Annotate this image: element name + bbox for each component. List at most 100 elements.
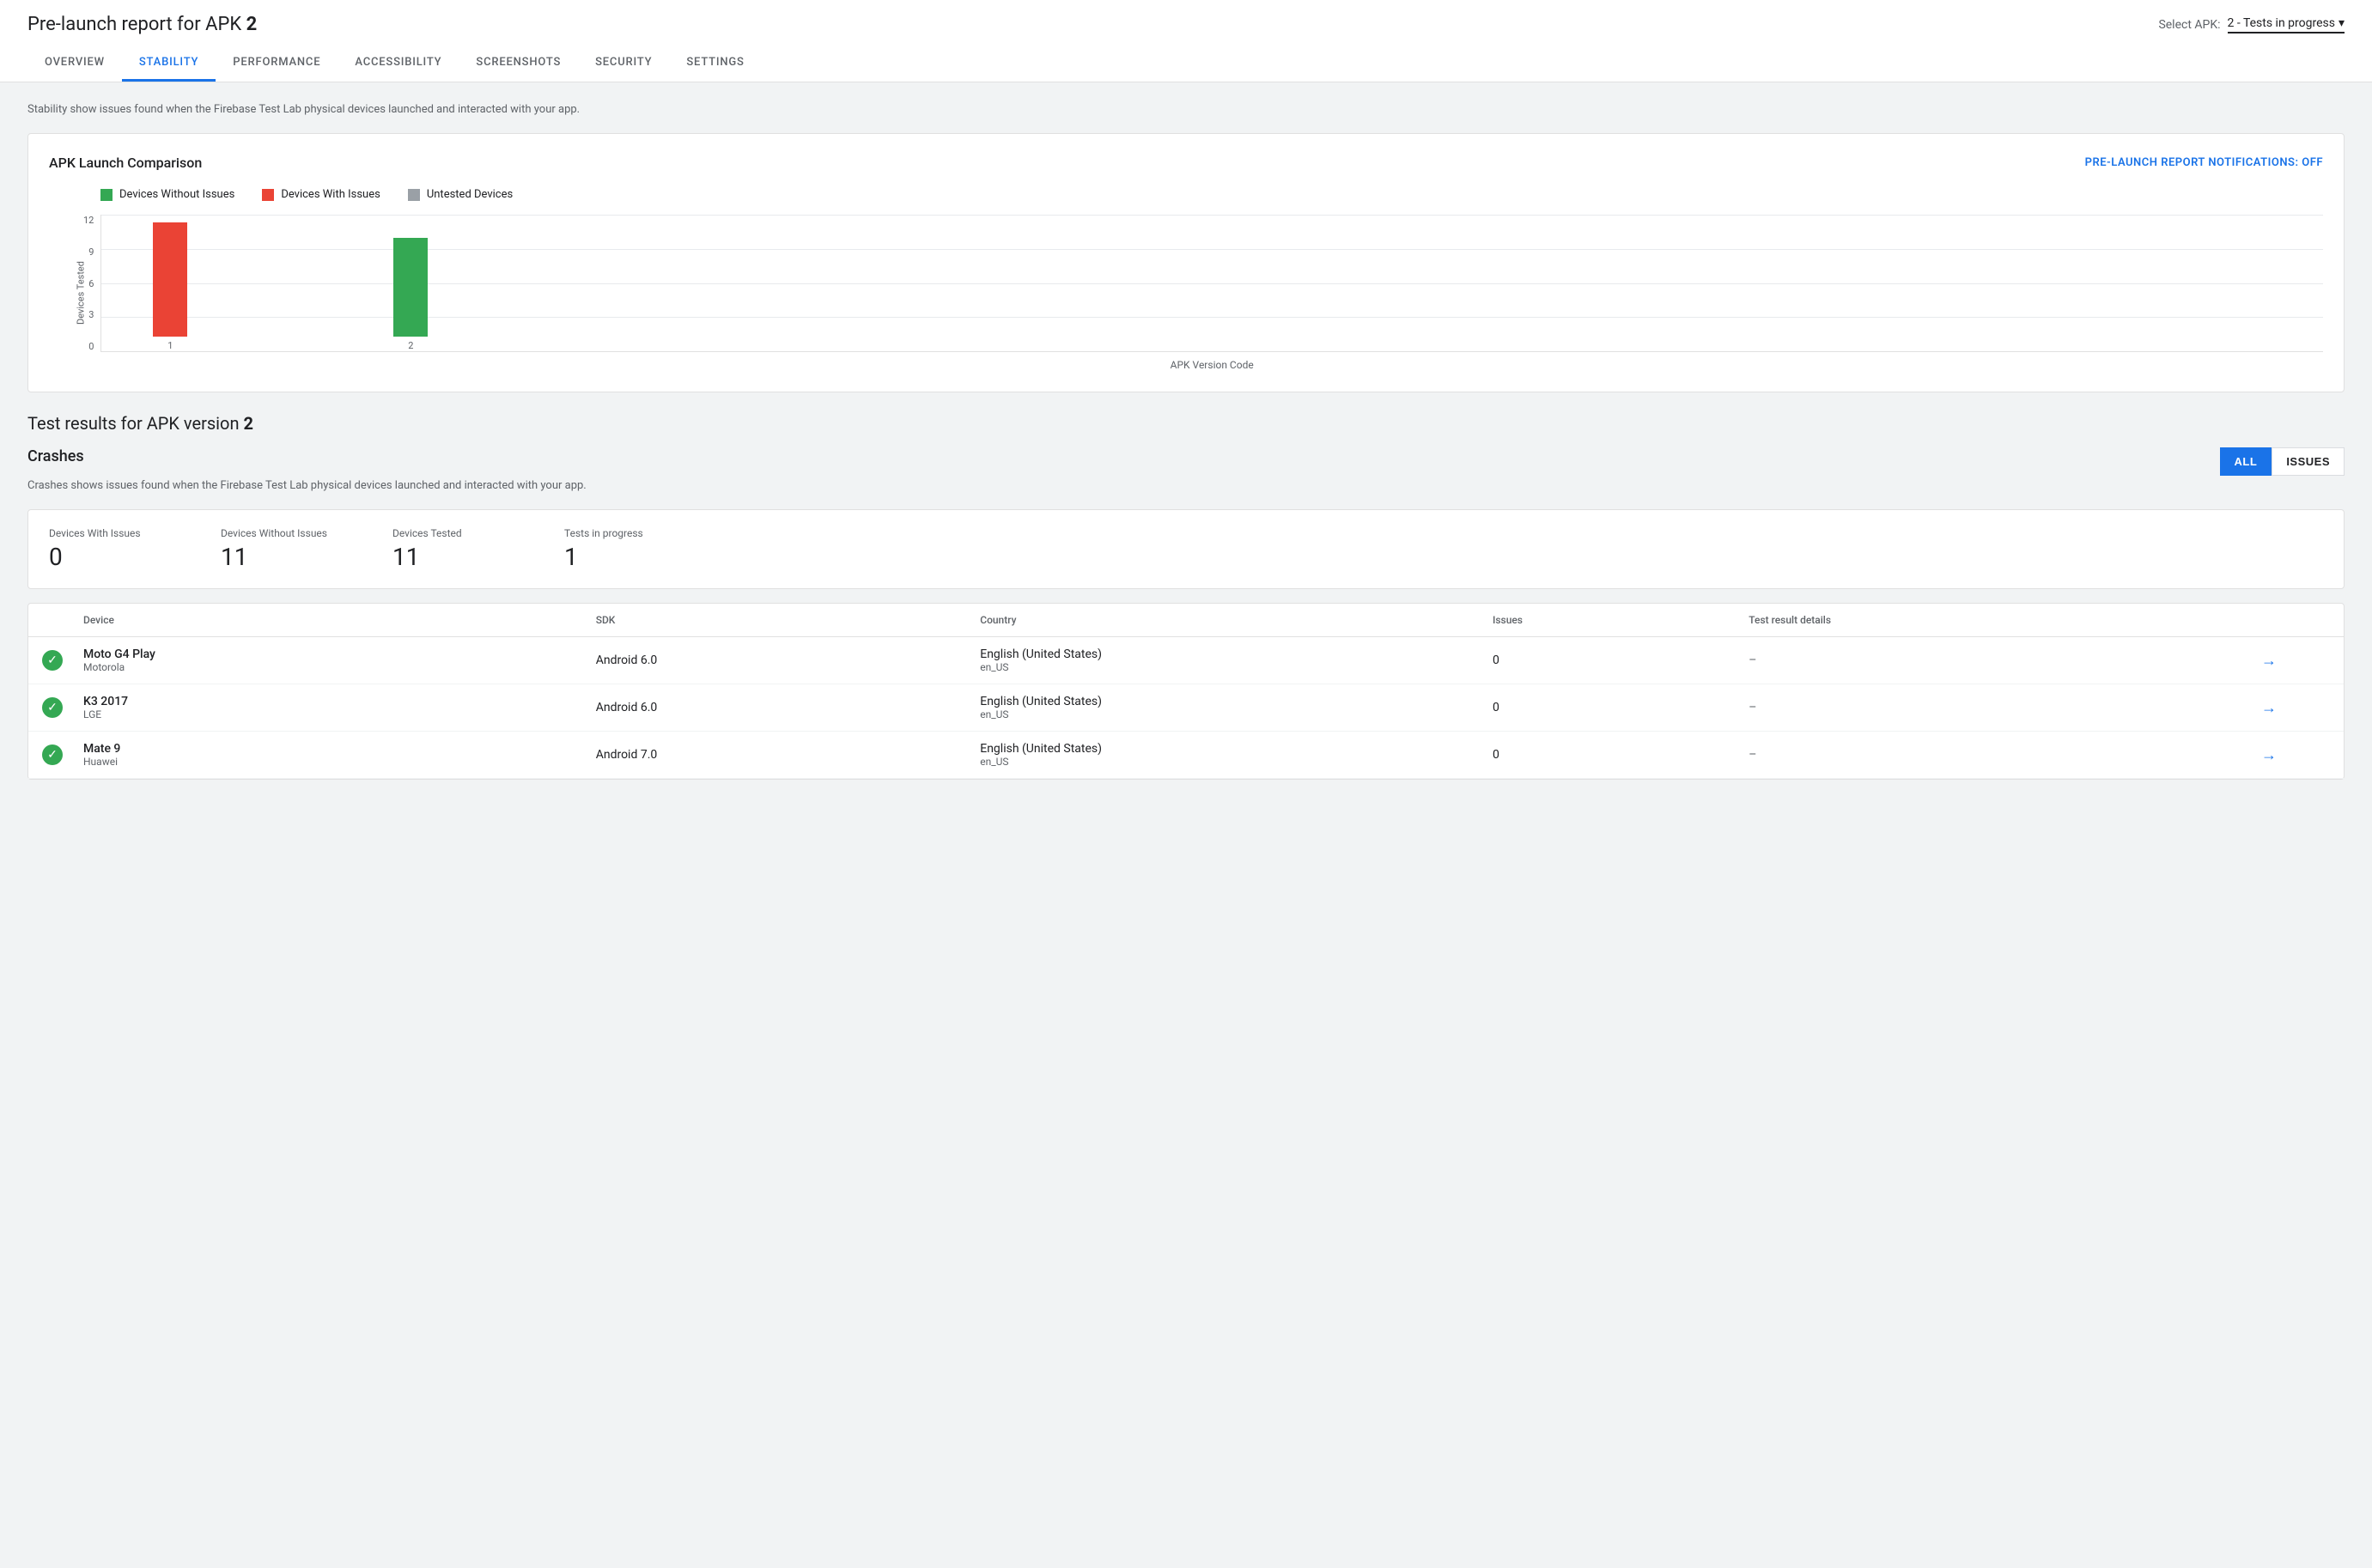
col-header-arrow xyxy=(2261,614,2330,626)
chevron-down-icon: ▾ xyxy=(2339,16,2345,30)
stat-tests-in-progress: Tests in progress 1 xyxy=(564,527,684,571)
row-status-icon-1: ✓ xyxy=(42,697,83,718)
device-manufacturer-0: Motorola xyxy=(83,661,596,673)
chart-grid: 1 2 xyxy=(100,215,2323,352)
apk-launch-comparison-card: APK Launch Comparison PRE-LAUNCH REPORT … xyxy=(27,133,2345,392)
row-issues-2: 0 xyxy=(1493,748,1749,762)
devices-table: Device SDK Country Issues Test result de… xyxy=(27,603,2345,780)
col-header-device: Device xyxy=(83,614,596,626)
test-results-title: Test results for APK version 2 xyxy=(27,413,2345,434)
tab-overview[interactable]: OVERVIEW xyxy=(27,46,122,82)
stat-devices-tested: Devices Tested 11 xyxy=(392,527,513,571)
legend-color-green xyxy=(100,189,113,201)
select-apk-container: Select APK: 2 - Tests in progress ▾ xyxy=(2158,16,2345,33)
tab-stability[interactable]: STABILITY xyxy=(122,46,216,82)
stat-value-1: 11 xyxy=(221,543,341,571)
row-country-1: English (United States) en_US xyxy=(980,695,1493,720)
legend-color-red xyxy=(262,189,274,201)
stat-value-0: 0 xyxy=(49,543,169,571)
chart-legend: Devices Without Issues Devices With Issu… xyxy=(100,188,2323,201)
stat-devices-without-issues: Devices Without Issues 11 xyxy=(221,527,341,571)
bar-group-1: 1 xyxy=(153,222,187,351)
row-status-icon-0: ✓ xyxy=(42,650,83,671)
row-details-0: – xyxy=(1749,653,2261,667)
col-header-country: Country xyxy=(980,614,1493,626)
country-name-2: English (United States) xyxy=(980,742,1493,756)
filter-all-button[interactable]: ALL xyxy=(2220,447,2272,476)
row-sdk-1: Android 6.0 xyxy=(596,701,981,714)
row-arrow-1[interactable]: → xyxy=(2261,699,2330,717)
tab-performance[interactable]: PERFORMANCE xyxy=(216,46,338,82)
legend-label-untested: Untested Devices xyxy=(427,188,513,201)
row-status-icon-2: ✓ xyxy=(42,744,83,765)
country-locale-1: en_US xyxy=(980,708,1493,720)
filter-issues-button[interactable]: ISSUES xyxy=(2272,447,2345,476)
tab-nav: OVERVIEW STABILITY PERFORMANCE ACCESSIBI… xyxy=(27,46,2345,82)
tab-security[interactable]: SECURITY xyxy=(578,46,669,82)
legend-item-with-issues: Devices With Issues xyxy=(262,188,380,201)
select-apk-value: 2 - Tests in progress xyxy=(2228,16,2335,30)
country-locale-2: en_US xyxy=(980,756,1493,768)
stability-description: Stability show issues found when the Fir… xyxy=(27,103,2345,116)
crashes-section: Crashes ALL ISSUES Crashes shows issues … xyxy=(27,447,2345,780)
notification-link[interactable]: PRE-LAUNCH REPORT NOTIFICATIONS: OFF xyxy=(2085,156,2323,169)
crashes-title: Crashes xyxy=(27,447,84,465)
stat-value-2: 11 xyxy=(392,543,513,571)
row-country-0: English (United States) en_US xyxy=(980,647,1493,673)
device-name-2: Mate 9 xyxy=(83,742,596,756)
row-issues-0: 0 xyxy=(1493,653,1749,667)
stat-label-0: Devices With Issues xyxy=(49,527,169,539)
pass-icon-0: ✓ xyxy=(42,650,63,671)
row-sdk-0: Android 6.0 xyxy=(596,653,981,667)
tab-accessibility[interactable]: ACCESSIBILITY xyxy=(338,46,459,82)
table-row: ✓ Moto G4 Play Motorola Android 6.0 Engl… xyxy=(28,637,2344,684)
row-device-0: Moto G4 Play Motorola xyxy=(83,647,596,673)
device-name-0: Moto G4 Play xyxy=(83,647,596,661)
select-apk-dropdown[interactable]: 2 - Tests in progress ▾ xyxy=(2228,16,2345,33)
y-label-9: 9 xyxy=(88,246,94,258)
table-row: ✓ Mate 9 Huawei Android 7.0 English (Uni… xyxy=(28,732,2344,779)
bar-label-2: 2 xyxy=(408,340,413,351)
y-label-12: 12 xyxy=(83,215,94,226)
filter-buttons: ALL ISSUES xyxy=(2220,447,2345,476)
col-header-icon xyxy=(42,614,83,626)
page-title: Pre-launch report for APK 2 xyxy=(27,14,257,35)
y-label-6: 6 xyxy=(88,278,94,289)
col-header-details: Test result details xyxy=(1749,614,2261,626)
country-name-1: English (United States) xyxy=(980,695,1493,708)
top-bar: Pre-launch report for APK 2 Select APK: … xyxy=(0,0,2372,82)
stat-label-3: Tests in progress xyxy=(564,527,684,539)
legend-item-without-issues: Devices Without Issues xyxy=(100,188,234,201)
stat-value-3: 1 xyxy=(564,543,684,571)
row-country-2: English (United States) en_US xyxy=(980,742,1493,768)
legend-item-untested: Untested Devices xyxy=(408,188,513,201)
select-apk-label: Select APK: xyxy=(2158,18,2220,32)
x-axis-label: APK Version Code xyxy=(100,359,2323,371)
legend-color-gray xyxy=(408,189,420,201)
row-sdk-2: Android 7.0 xyxy=(596,748,981,762)
country-locale-0: en_US xyxy=(980,661,1493,673)
row-details-2: – xyxy=(1749,748,2261,762)
country-name-0: English (United States) xyxy=(980,647,1493,661)
pass-icon-1: ✓ xyxy=(42,697,63,718)
grid-line-12 xyxy=(101,215,2323,216)
tab-settings[interactable]: SETTINGS xyxy=(669,46,761,82)
col-header-sdk: SDK xyxy=(596,614,981,626)
y-label-0: 0 xyxy=(88,341,94,352)
device-name-1: K3 2017 xyxy=(83,695,596,708)
y-axis-label: Devices Tested xyxy=(76,261,87,325)
row-arrow-0[interactable]: → xyxy=(2261,652,2330,670)
legend-label-with-issues: Devices With Issues xyxy=(281,188,380,201)
tab-screenshots[interactable]: SCREENSHOTS xyxy=(459,46,578,82)
row-issues-1: 0 xyxy=(1493,701,1749,714)
device-manufacturer-2: Huawei xyxy=(83,756,596,768)
bar-group-2: 2 xyxy=(393,238,428,351)
row-arrow-2[interactable]: → xyxy=(2261,746,2330,764)
table-header: Device SDK Country Issues Test result de… xyxy=(28,604,2344,637)
stat-label-1: Devices Without Issues xyxy=(221,527,341,539)
legend-label-without-issues: Devices Without Issues xyxy=(119,188,234,201)
stats-row: Devices With Issues 0 Devices Without Is… xyxy=(27,509,2345,589)
row-device-2: Mate 9 Huawei xyxy=(83,742,596,768)
bar-label-1: 1 xyxy=(167,340,173,351)
row-device-1: K3 2017 LGE xyxy=(83,695,596,720)
